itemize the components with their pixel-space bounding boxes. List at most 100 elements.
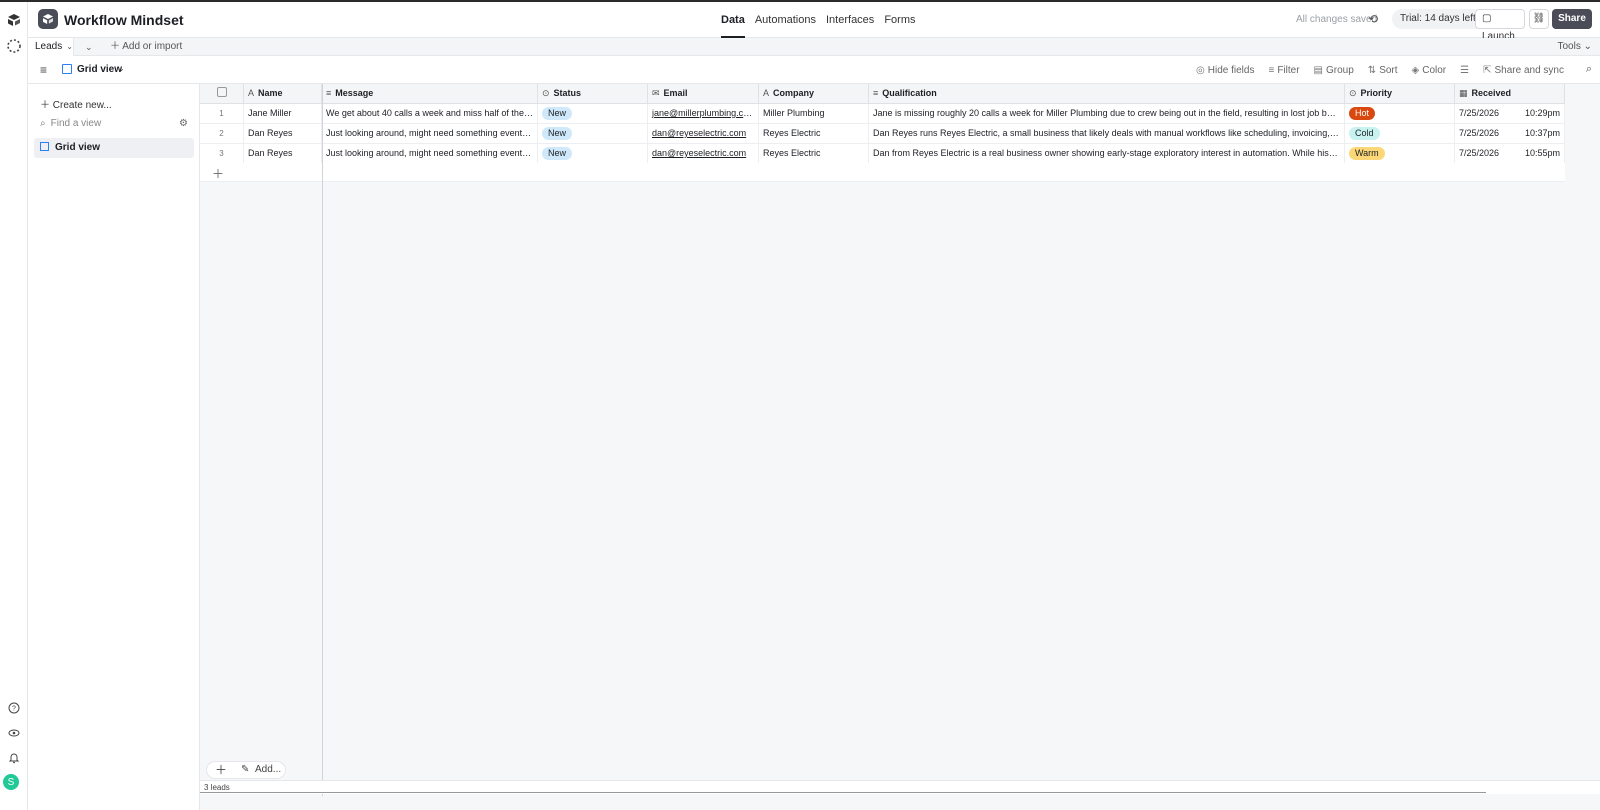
column-header-message[interactable]: ≡ Message (322, 84, 538, 103)
cell-received[interactable]: 7/25/2026 10:37pm (1455, 124, 1565, 143)
base-title[interactable]: Workflow Mindset (64, 12, 184, 28)
row-height-button[interactable]: ☰ (1460, 65, 1469, 76)
history-icon[interactable]: ⟲ (1368, 12, 1378, 26)
cell-message[interactable]: Just looking around, might need somethin… (322, 144, 538, 163)
column-header-received[interactable]: ▦ Received (1455, 84, 1565, 103)
user-avatar[interactable]: S (3, 774, 19, 790)
email-icon: ✉ (652, 88, 660, 98)
sidebar-item-label: Grid view (55, 142, 101, 153)
search-icon[interactable]: ⌕ (1586, 63, 1592, 76)
cell-status[interactable]: New (538, 104, 648, 123)
cell-company[interactable]: Reyes Electric (759, 144, 869, 163)
email-link[interactable]: jane@millerplumbing.com (652, 108, 756, 118)
tools-menu[interactable]: Tools ⌄ (1557, 38, 1592, 56)
share-button[interactable]: Share (1552, 9, 1592, 29)
cell-name[interactable]: Dan Reyes (244, 144, 322, 163)
column-label: Message (335, 88, 374, 98)
email-link[interactable]: dan@reyeselectric.com (652, 148, 746, 158)
horizontal-scrollbar[interactable] (200, 792, 1486, 793)
chevron-down-icon[interactable]: ⌄ (154, 12, 162, 23)
cell-status[interactable]: New (538, 124, 648, 143)
all-tables-chevron-icon[interactable]: ⌄ (85, 38, 93, 56)
row-number[interactable]: 1 (200, 104, 244, 123)
status-badge: New (542, 107, 573, 120)
row-number[interactable]: 3 (200, 144, 244, 163)
filter-button[interactable]: ≡ Filter (1268, 65, 1299, 76)
cell-message[interactable]: Just looking around, might need somethin… (322, 124, 538, 143)
email-link[interactable]: dan@reyeselectric.com (652, 128, 746, 138)
group-button[interactable]: ▤ Group (1314, 65, 1354, 76)
chevron-down-icon[interactable]: ⌄ (118, 64, 125, 73)
filter-label: Filter (1277, 64, 1300, 76)
tab-forms[interactable]: Forms (879, 2, 920, 38)
cell-priority[interactable]: Cold (1345, 124, 1455, 143)
checkbox[interactable] (216, 87, 227, 97)
frozen-column-divider[interactable] (322, 84, 323, 796)
add-record-button[interactable]: ＋ (215, 762, 227, 778)
trial-badge[interactable]: Trial: 14 days left (1392, 9, 1484, 29)
plus-icon: ＋ (212, 167, 225, 181)
cell-company[interactable]: Miller Plumbing (759, 104, 869, 123)
column-header-company[interactable]: A Company (759, 84, 869, 103)
cell-status[interactable]: New (538, 144, 648, 163)
cell-name[interactable]: Dan Reyes (244, 124, 322, 143)
current-view-name[interactable]: Grid view (77, 64, 122, 75)
column-header-status[interactable]: ⊙ Status (538, 84, 648, 103)
table-row[interactable]: 3 Dan Reyes Just looking around, might n… (200, 144, 1565, 164)
sort-button[interactable]: ⇅ Sort (1368, 65, 1398, 76)
tab-data[interactable]: Data (716, 2, 750, 38)
select-all-checkbox[interactable] (200, 84, 244, 103)
long-text-icon: ≡ (326, 88, 332, 98)
create-new-view-button[interactable]: ＋ Create new... (40, 96, 112, 111)
add-record-row[interactable]: ＋ (200, 163, 1565, 182)
priority-badge: Cold (1349, 127, 1380, 140)
help-icon[interactable]: ? (4, 698, 24, 718)
home-logo-icon[interactable] (4, 10, 24, 30)
copy-link-button[interactable]: ⛓ (1529, 9, 1549, 29)
omni-icon[interactable] (4, 723, 24, 743)
add-menu-label[interactable]: Add... (255, 762, 281, 778)
hamburger-menu-icon[interactable]: ≡ (40, 63, 47, 77)
chevron-down-icon[interactable]: ⌄ (66, 42, 73, 51)
color-button[interactable]: ◈ Color (1412, 65, 1447, 76)
save-status: All changes saved (1296, 14, 1378, 25)
column-label: Received (1471, 88, 1512, 98)
cell-qualification[interactable]: Jane is missing roughly 20 calls a week … (869, 104, 1345, 123)
find-view-input[interactable]: ⌕ Find a view ⚙ (40, 118, 188, 134)
cell-email[interactable]: dan@reyeselectric.com (648, 144, 759, 163)
row-number[interactable]: 2 (200, 124, 244, 143)
cell-email[interactable]: dan@reyeselectric.com (648, 124, 759, 143)
table-row[interactable]: 1 Jane Miller We get about 40 calls a we… (200, 104, 1565, 124)
share-and-sync-label: Share and sync (1494, 64, 1565, 76)
table-tab-leads[interactable]: Leads ⌄ (28, 38, 74, 56)
row-height-icon: ☰ (1460, 64, 1470, 76)
svg-text:?: ? (12, 706, 16, 713)
notifications-bell-icon[interactable] (4, 748, 24, 768)
cell-message[interactable]: We get about 40 calls a week and miss ha… (322, 104, 538, 123)
gear-icon[interactable]: ⚙ (179, 118, 188, 129)
cell-received[interactable]: 7/25/2026 10:55pm (1455, 144, 1565, 163)
cell-email[interactable]: jane@millerplumbing.com (648, 104, 759, 123)
cell-qualification[interactable]: Dan Reyes runs Reyes Electric, a small b… (869, 124, 1345, 143)
magic-wand-icon[interactable]: ✎ (241, 762, 249, 778)
sidebar-item-grid-view[interactable]: Grid view (34, 138, 194, 158)
launch-button[interactable]: ▢ Launch (1475, 9, 1525, 42)
color-label: Color (1422, 64, 1447, 76)
column-header-qualification[interactable]: ≡ Qualification (869, 84, 1345, 103)
tab-interfaces[interactable]: Interfaces (821, 2, 879, 38)
table-row[interactable]: 2 Dan Reyes Just looking around, might n… (200, 124, 1565, 144)
cell-company[interactable]: Reyes Electric (759, 124, 869, 143)
cell-received[interactable]: 7/25/2026 10:29pm (1455, 104, 1565, 123)
column-header-email[interactable]: ✉ Email (648, 84, 759, 103)
tab-automations[interactable]: Automations (750, 2, 821, 38)
cell-priority[interactable]: Hot (1345, 104, 1455, 123)
column-header-name[interactable]: A Name (244, 84, 322, 103)
cell-priority[interactable]: Warm (1345, 144, 1455, 163)
column-header-priority[interactable]: ⊙ Priority (1345, 84, 1455, 103)
add-or-import-button[interactable]: ＋ Add or import (110, 38, 182, 56)
share-and-sync-button[interactable]: ⇱ Share and sync (1483, 65, 1564, 76)
hide-fields-button[interactable]: ◎ Hide fields (1196, 65, 1254, 76)
column-label: Name (258, 88, 283, 98)
cell-qualification[interactable]: Dan from Reyes Electric is a real busine… (869, 144, 1345, 163)
cell-name[interactable]: Jane Miller (244, 104, 322, 123)
